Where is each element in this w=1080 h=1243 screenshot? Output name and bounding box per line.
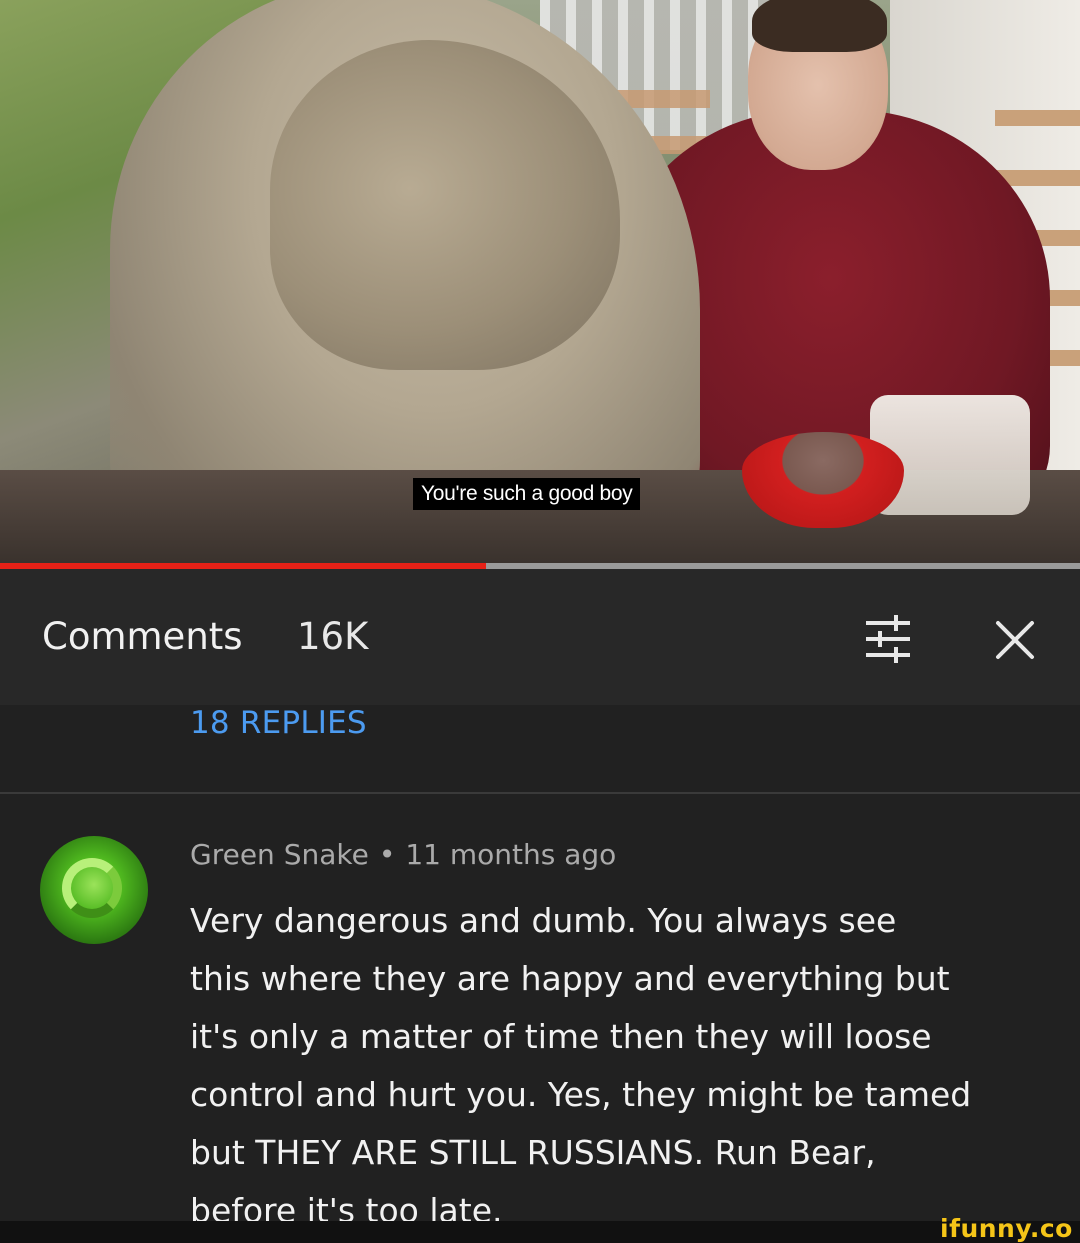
- view-replies-link[interactable]: 18 REPLIES: [190, 705, 367, 741]
- comment-line: this where they are happy and everything…: [190, 959, 950, 998]
- comment-meta: Green Snake • 11 months ago: [190, 838, 616, 871]
- meta-separator: •: [378, 838, 396, 871]
- video-player[interactable]: You're such a good boy: [0, 0, 1080, 563]
- comments-title: Comments: [42, 615, 243, 658]
- video-caption: You're such a good boy: [413, 478, 641, 510]
- comment-line: but THEY ARE STILL RUSSIANS. Run Bear,: [190, 1133, 876, 1172]
- close-icon[interactable]: [990, 615, 1040, 665]
- comment-line: control and hurt you. Yes, they might be…: [190, 1075, 972, 1114]
- comment-body: Very dangerous and dumb. You always see …: [190, 892, 1040, 1240]
- comment-author[interactable]: Green Snake: [190, 838, 369, 871]
- comments-header: Comments 16K: [0, 569, 1080, 705]
- snake-avatar-icon: [62, 858, 122, 918]
- watermark-logo: ifunny.co: [940, 1214, 1073, 1243]
- sort-filter-icon[interactable]: [860, 613, 916, 665]
- comment-line: Very dangerous and dumb. You always see: [190, 901, 897, 940]
- comment-timestamp[interactable]: 11 months ago: [405, 838, 616, 871]
- divider: [0, 792, 1080, 794]
- bottom-strip: [0, 1221, 1080, 1243]
- comments-count: 16K: [297, 615, 369, 658]
- avatar[interactable]: [40, 836, 148, 944]
- replies-section: 18 REPLIES: [0, 705, 1080, 793]
- comment-line: it's only a matter of time then they wil…: [190, 1017, 932, 1056]
- video-man-hair: [752, 0, 887, 52]
